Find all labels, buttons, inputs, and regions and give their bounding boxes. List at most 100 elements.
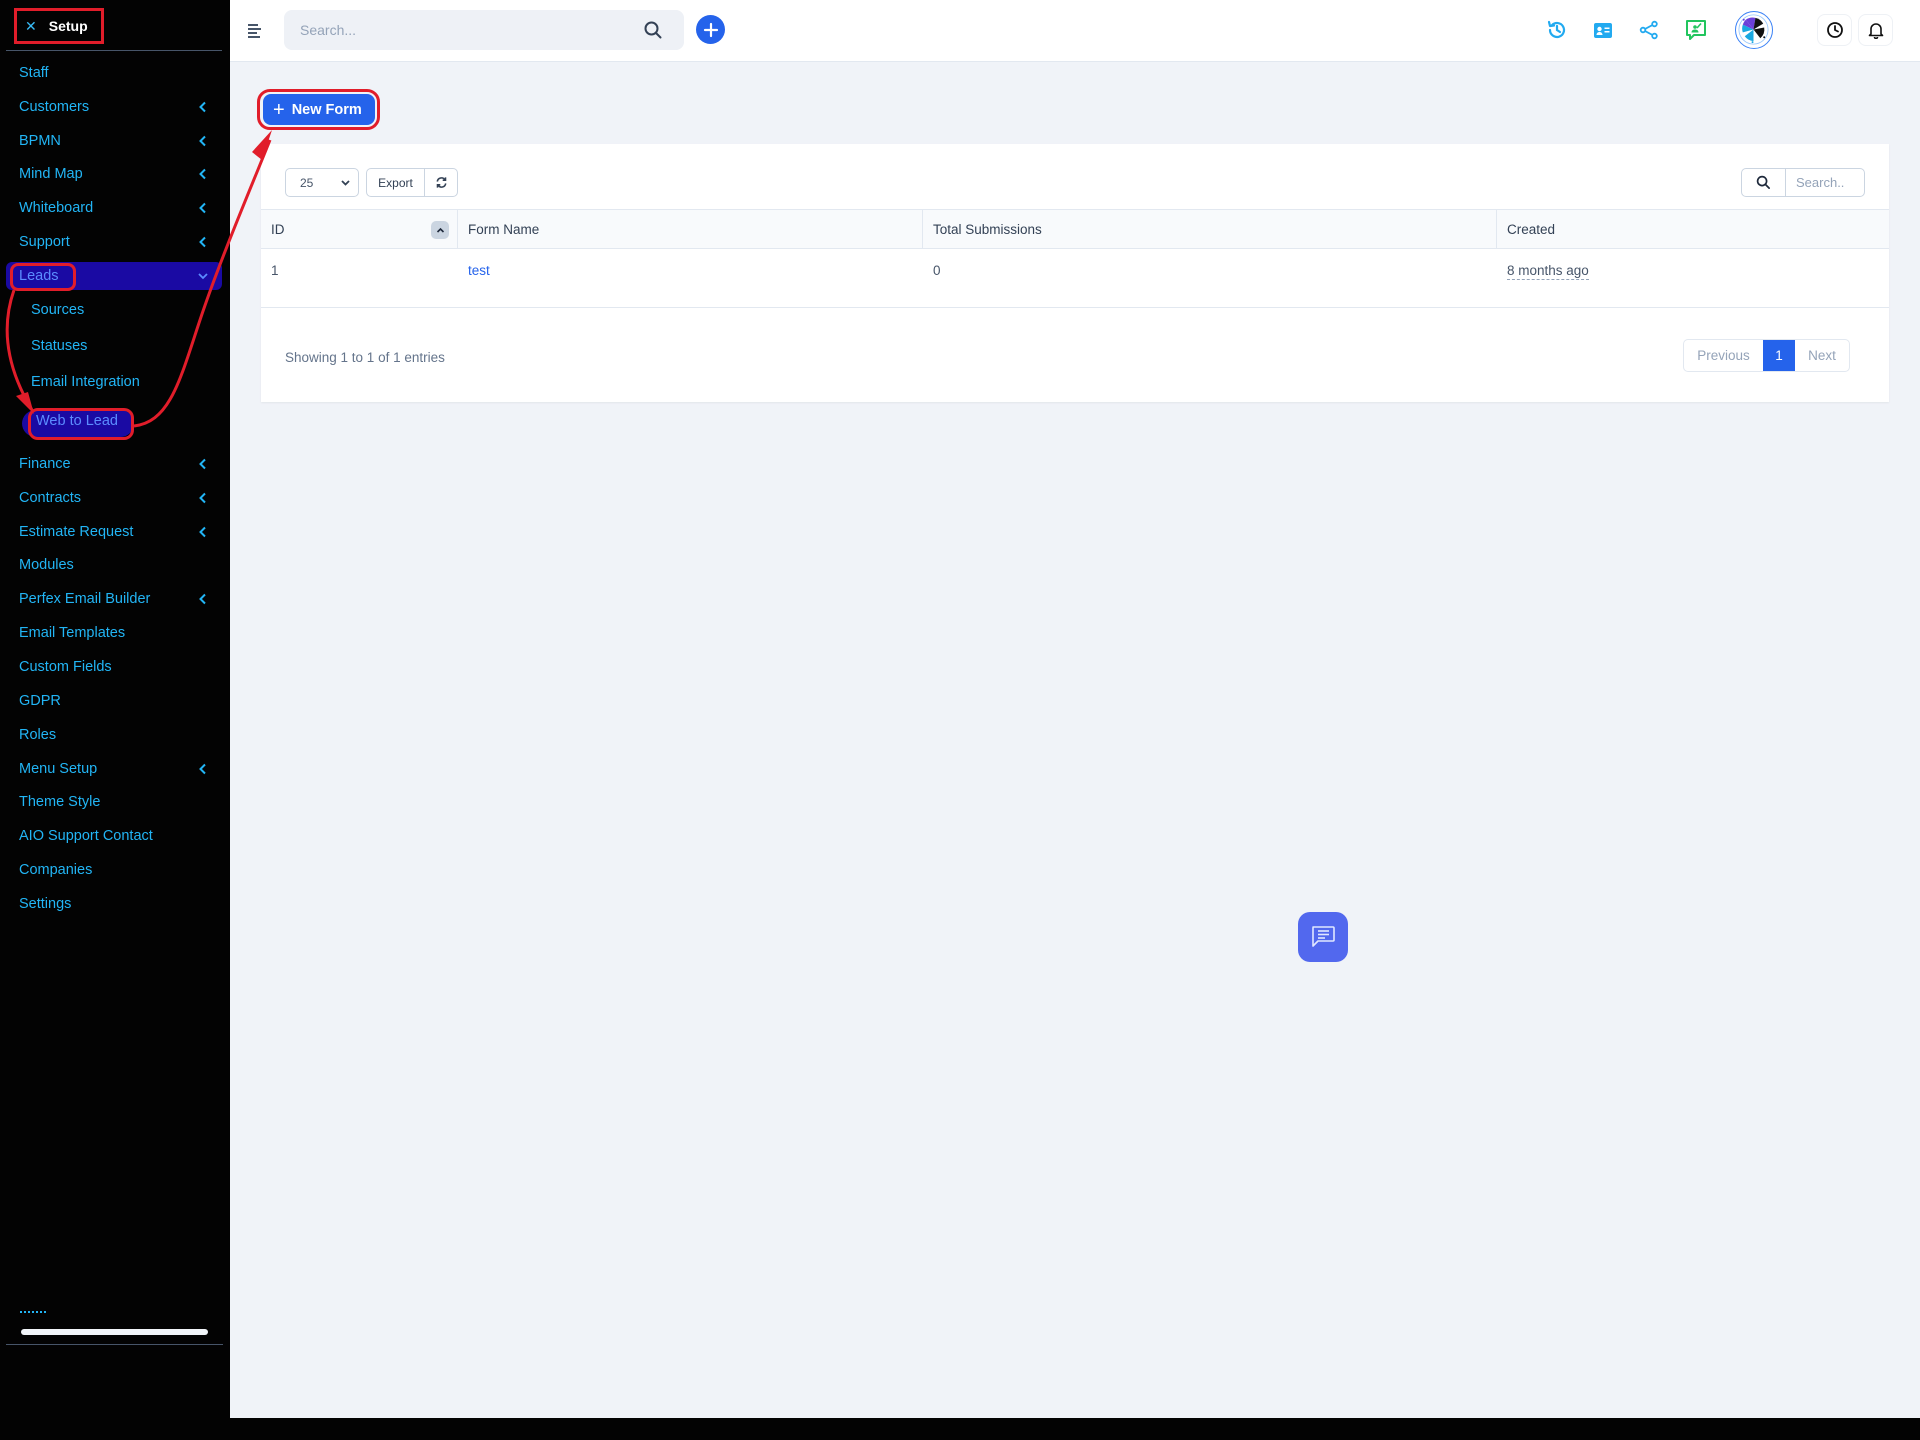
sidebar-item-email-templates[interactable]: Email Templates: [6, 619, 222, 647]
export-button[interactable]: Export: [366, 168, 425, 197]
sidebar-item-perfex-email-builder[interactable]: Perfex Email Builder: [6, 585, 222, 613]
share-icon[interactable]: [1636, 17, 1662, 43]
column-label: ID: [271, 221, 285, 237]
plus-icon: +: [273, 98, 285, 121]
column-label: Total Submissions: [933, 221, 1042, 237]
chevron-left-icon: [196, 201, 210, 215]
sidebar-item-label: Customers: [19, 99, 90, 115]
sidebar-item-customers[interactable]: Customers: [6, 93, 222, 121]
pagination-previous[interactable]: Previous: [1684, 340, 1763, 371]
chat-widget-button[interactable]: [1298, 912, 1348, 962]
sidebar-item-email-integration[interactable]: Email Integration: [6, 368, 222, 396]
sidebar-item-companies[interactable]: Companies: [6, 856, 222, 884]
setup-header[interactable]: ✕ Setup: [14, 8, 104, 44]
sidebar-item-bpmn[interactable]: BPMN: [6, 127, 222, 155]
forms-table-card: 25 Export ID Form Name Total Submissions…: [261, 144, 1889, 402]
bottom-strip: [0, 1418, 1920, 1440]
quick-add-button[interactable]: [696, 15, 725, 44]
sidebar-item-label: Theme Style: [19, 794, 101, 810]
chevron-down-icon: [341, 180, 350, 186]
sidebar-item-label: Sources: [31, 302, 85, 318]
search-icon[interactable]: [643, 20, 663, 40]
sidebar-item-sources[interactable]: Sources: [6, 296, 222, 324]
table-search-button[interactable]: [1741, 168, 1786, 197]
avatar-logo-icon: [1738, 14, 1769, 45]
pagination-page-1[interactable]: 1: [1763, 340, 1795, 371]
sidebar-item-gdpr[interactable]: GDPR: [6, 687, 222, 715]
cell-form-name-link[interactable]: test: [468, 263, 490, 278]
presentation-icon[interactable]: [1683, 17, 1709, 43]
history-icon[interactable]: [1544, 17, 1570, 43]
annotation-highlight-leads: [10, 263, 76, 291]
sidebar-item-label: Modules: [19, 557, 74, 573]
sidebar-footer-text: [20, 1311, 46, 1313]
sidebar-divider: [6, 50, 222, 51]
chat-icon: [1312, 926, 1335, 947]
contact-card-icon[interactable]: [1590, 17, 1616, 43]
chevron-down-icon: [196, 269, 210, 283]
sidebar-item-custom-fields[interactable]: Custom Fields: [6, 653, 222, 681]
sidebar: ✕ Setup Staff Customers BPMN Mind Map Whiteb…: [0, 0, 230, 1418]
sidebar-item-estimate-request[interactable]: Estimate Request: [6, 518, 222, 546]
sidebar-item-label: GDPR: [19, 693, 61, 709]
sidebar-item-label: Roles: [19, 727, 57, 743]
new-form-button[interactable]: + New Form: [263, 94, 375, 125]
sidebar-item-label: Custom Fields: [19, 659, 112, 675]
sidebar-item-support[interactable]: Support: [6, 228, 222, 256]
sidebar-item-staff[interactable]: Staff: [6, 59, 222, 87]
sidebar-item-label: BPMN: [19, 133, 61, 149]
column-label: Created: [1507, 221, 1556, 237]
sidebar-item-label: Settings: [19, 896, 72, 912]
sidebar-item-label: Menu Setup: [19, 761, 98, 777]
sidebar-scrollbar[interactable]: [21, 1329, 208, 1335]
notifications-button[interactable]: [1858, 14, 1893, 46]
sidebar-footer-divider: [6, 1344, 223, 1345]
pagination-next[interactable]: Next: [1795, 340, 1849, 371]
chevron-left-icon: [196, 167, 210, 181]
sidebar-item-modules[interactable]: Modules: [6, 551, 222, 579]
column-header-created[interactable]: Created: [1497, 210, 1889, 248]
table-header: ID Form Name Total Submissions Created: [261, 209, 1889, 249]
setup-title: Setup: [48, 18, 88, 34]
clock-icon: [1826, 22, 1843, 38]
sidebar-item-label: Estimate Request: [19, 524, 134, 540]
chevron-left-icon: [196, 457, 210, 471]
avatar[interactable]: [1735, 11, 1773, 49]
sidebar-item-label: Staff: [19, 65, 49, 81]
chevron-left-icon: [196, 525, 210, 539]
sidebar-item-label: Finance: [19, 456, 71, 472]
bell-icon: [1868, 23, 1883, 39]
chevron-left-icon: [196, 491, 210, 505]
chevron-left-icon: [196, 235, 210, 249]
sidebar-item-mind-map[interactable]: Mind Map: [6, 160, 222, 188]
close-icon[interactable]: ✕: [25, 18, 37, 35]
column-header-total-submissions[interactable]: Total Submissions: [923, 210, 1497, 248]
sidebar-item-label: AIO Support Contact: [19, 828, 153, 844]
sidebar-item-roles[interactable]: Roles: [6, 721, 222, 749]
column-header-id[interactable]: ID: [261, 210, 458, 248]
column-header-form-name[interactable]: Form Name: [458, 210, 923, 248]
sidebar-item-label: Contracts: [19, 490, 82, 506]
timer-button[interactable]: [1817, 14, 1852, 46]
sidebar-item-label: Email Templates: [19, 625, 126, 641]
sidebar-item-statuses[interactable]: Statuses: [6, 332, 222, 360]
sidebar-item-aio-support-contact[interactable]: AIO Support Contact: [6, 822, 222, 850]
sidebar-item-menu-setup[interactable]: Menu Setup: [6, 755, 222, 783]
table-info: Showing 1 to 1 of 1 entries: [285, 350, 445, 365]
chevron-left-icon: [196, 762, 210, 776]
cell-created: 8 months ago: [1507, 263, 1589, 280]
refresh-icon: [436, 177, 446, 188]
sidebar-item-finance[interactable]: Finance: [6, 450, 222, 478]
refresh-button[interactable]: [424, 168, 458, 197]
sidebar-item-theme-style[interactable]: Theme Style: [6, 788, 222, 816]
page-length-select[interactable]: 25: [285, 168, 359, 197]
chevron-left-icon: [196, 134, 210, 148]
sidebar-item-whiteboard[interactable]: Whiteboard: [6, 194, 222, 222]
sidebar-item-settings[interactable]: Settings: [6, 890, 222, 918]
global-search-input[interactable]: [284, 10, 684, 50]
menu-icon[interactable]: [248, 24, 261, 38]
sidebar-item-label: Whiteboard: [19, 200, 94, 216]
sidebar-item-contracts[interactable]: Contracts: [6, 484, 222, 512]
table-search-input[interactable]: [1785, 168, 1865, 197]
sort-ascending-icon[interactable]: [431, 221, 449, 239]
